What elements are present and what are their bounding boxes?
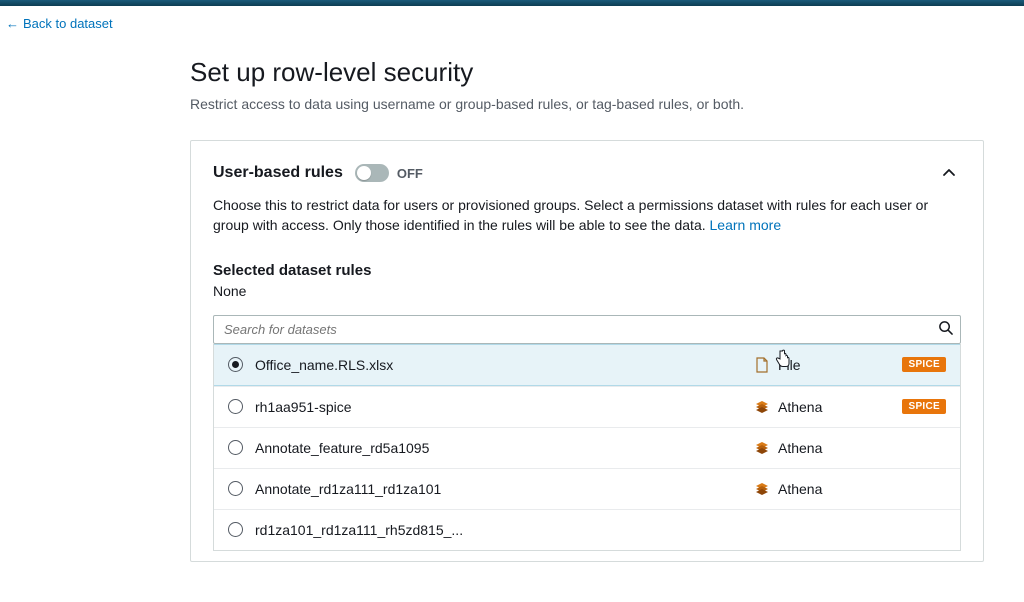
dataset-source: Athena [754,399,874,415]
window-titlebar [0,0,1024,6]
search-input[interactable] [213,315,961,344]
dataset-row[interactable]: rh1aa951-spice Athena SPICE [214,386,960,427]
dataset-name: Office_name.RLS.xlsx [255,357,742,373]
athena-icon [754,399,770,415]
toggle-track[interactable] [355,164,389,182]
user-based-rules-card: User-based rules OFF Choose this to rest… [190,140,984,562]
collapse-button[interactable] [937,161,961,185]
dataset-list: Office_name.RLS.xlsxFileSPICErh1aa951-sp… [213,344,961,551]
badge-cell: SPICE [886,357,946,372]
badge-cell: SPICE [886,399,946,414]
dataset-name: Annotate_feature_rd5a1095 [255,440,742,456]
spice-badge: SPICE [902,399,946,414]
spice-badge: SPICE [902,357,946,372]
toggle-knob [357,166,371,180]
radio-button[interactable] [228,522,243,537]
selected-rules-value: None [213,283,961,299]
back-to-dataset-link[interactable]: ← Back to dataset [0,6,123,39]
athena-icon [754,440,770,456]
learn-more-link[interactable]: Learn more [710,217,782,233]
dataset-source [754,522,874,538]
user-rules-desc-text: Choose this to restrict data for users o… [213,197,928,233]
dataset-row[interactable]: rd1za101_rd1za111_rh5zd815_... [214,509,960,550]
user-rules-header: User-based rules OFF [213,161,961,185]
dataset-source: Athena [754,440,874,456]
dataset-name: rd1za101_rd1za111_rh5zd815_... [255,522,742,538]
search-icon [938,320,953,335]
search-button[interactable] [934,316,957,342]
dataset-row[interactable]: Annotate_rd1za111_rd1za101 Athena [214,468,960,509]
radio-button[interactable] [228,357,243,372]
toggle-state-label: OFF [397,166,423,181]
dataset-row[interactable]: Office_name.RLS.xlsx File SPICE [214,344,960,386]
user-rules-title: User-based rules [213,164,343,182]
dataset-source: Athena [754,481,874,497]
user-rules-toggle[interactable]: OFF [355,164,423,182]
user-rules-description: Choose this to restrict data for users o… [213,195,961,236]
file-icon [754,357,770,373]
athena-icon [754,481,770,497]
page-subtitle: Restrict access to data using username o… [190,96,984,112]
radio-button[interactable] [228,481,243,496]
arrow-left-icon: ← [6,16,19,31]
chevron-up-icon [941,165,957,181]
dataset-name: Annotate_rd1za111_rd1za101 [255,481,742,497]
dataset-name: rh1aa951-spice [255,399,742,415]
dataset-source: File [754,357,874,373]
selected-rules-heading: Selected dataset rules [213,262,961,279]
dataset-row[interactable]: Annotate_feature_rd5a1095 Athena [214,427,960,468]
radio-button[interactable] [228,399,243,414]
page-content: Set up row-level security Restrict acces… [0,57,1024,602]
radio-button[interactable] [228,440,243,455]
dataset-search-wrap [213,315,961,344]
back-link-label: Back to dataset [23,16,113,31]
page-title: Set up row-level security [190,57,984,88]
